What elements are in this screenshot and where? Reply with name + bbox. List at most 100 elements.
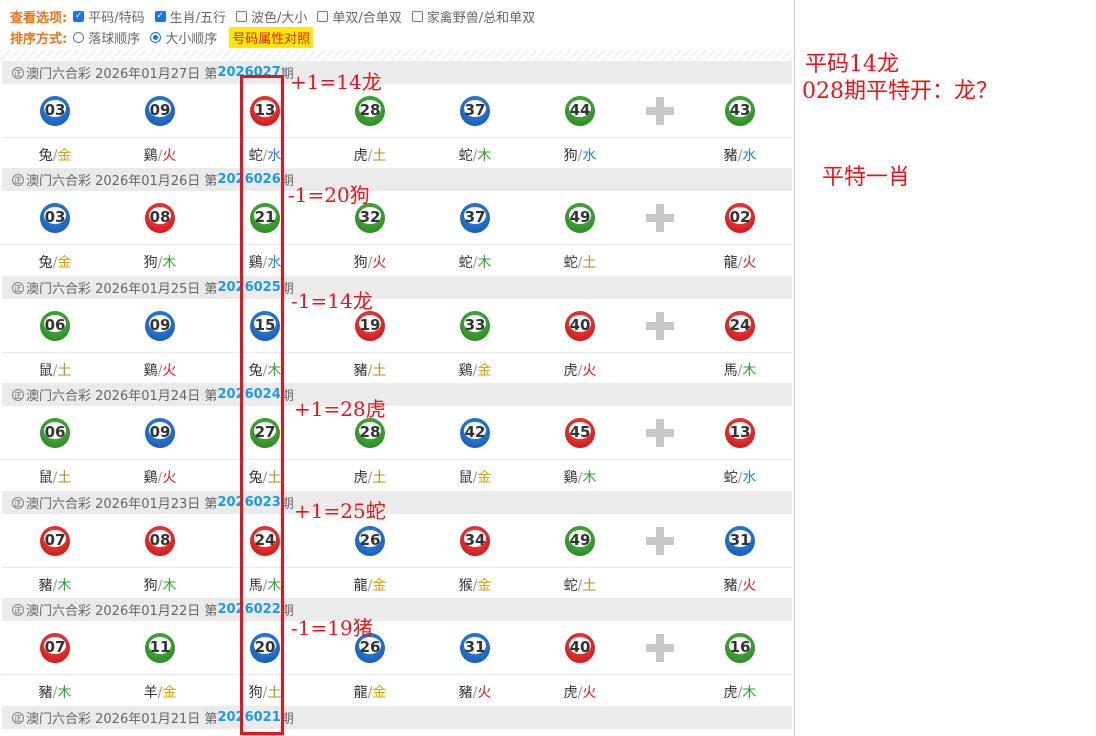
zodiac: 鼠: [38, 470, 53, 486]
checkbox-1[interactable]: ✓: [154, 10, 166, 22]
ball-number: 20: [254, 638, 276, 656]
number-ball: 37: [460, 203, 490, 233]
plus-icon: [646, 312, 674, 340]
number-ball: 02: [725, 203, 755, 233]
view-option-3[interactable]: 单双/合单双: [317, 7, 402, 26]
number-ball: 08: [145, 526, 175, 556]
element: 水: [267, 255, 282, 271]
ball-number: 31: [464, 638, 486, 656]
draw-issue-number: 2026024: [217, 387, 281, 402]
checkbox-4[interactable]: [411, 10, 423, 22]
zodiac: 虎: [353, 470, 368, 486]
zodiac-element-label: 龍/火: [710, 252, 770, 272]
draw-header: 正澳门六合彩 2026年01月21日 第 2026021 期: [2, 706, 792, 729]
ball-number: 09: [149, 101, 171, 119]
zodiac: 鷄: [143, 148, 158, 164]
number-ball: 24: [250, 526, 280, 556]
view-option-0[interactable]: ✓ 平码/特码: [73, 7, 145, 26]
compare-attributes-button[interactable]: 号码属性对照: [229, 26, 314, 48]
zodiac: 蛇: [723, 470, 738, 486]
row-divider: [2, 352, 792, 353]
zodiac: 蛇: [248, 148, 263, 164]
zodiac: 猴: [458, 578, 473, 594]
draw-issue-suffix: 期: [280, 712, 294, 727]
checkbox-0[interactable]: ✓: [73, 10, 85, 22]
element: 木: [267, 363, 282, 379]
number-ball: 15: [250, 311, 280, 341]
number-ball: 40: [565, 633, 595, 663]
zodiac-element-label: 猴/金: [445, 575, 505, 595]
plus-icon: [646, 204, 674, 232]
number-ball: 26: [355, 526, 385, 556]
element: 金: [477, 363, 492, 379]
element: 木: [162, 578, 177, 594]
ball-number: 03: [44, 208, 66, 226]
plus-icon: [646, 419, 674, 447]
number-ball: 31: [725, 526, 755, 556]
sort-option-label: 大小顺序: [165, 31, 218, 47]
row-divider: [2, 567, 792, 568]
draw-header: 正澳门六合彩 2026年01月24日 第 2026024 期: [2, 383, 792, 406]
zodiac: 蛇: [563, 578, 578, 594]
view-option-label: 波色/大小: [250, 10, 308, 26]
view-options-row: 查看选项: ✓ 平码/特码 ✓ 生肖/五行 波色/大小 单双/合单双 家禽野兽/总和单双: [10, 6, 545, 26]
ball-number: 21: [254, 208, 276, 226]
number-ball: 33: [460, 311, 490, 341]
zodiac-element-label: 虎/火: [550, 360, 610, 380]
ball-number: 02: [729, 208, 751, 226]
view-option-4[interactable]: 家禽野兽/总和单双: [411, 7, 535, 26]
sort-options-label: 排序方式:: [10, 31, 68, 47]
ball-number: 07: [44, 531, 66, 549]
checkbox-2[interactable]: [235, 10, 247, 22]
zodiac-element-label: 狗/土: [235, 682, 295, 702]
ball-number: 07: [44, 638, 66, 656]
draw-mark: 正: [12, 711, 24, 724]
view-option-2[interactable]: 波色/大小: [235, 7, 308, 26]
checkbox-3[interactable]: [317, 10, 329, 22]
ball-number: 08: [149, 531, 171, 549]
element: 木: [582, 470, 597, 486]
zodiac: 馬: [723, 363, 738, 379]
zodiac-element-label: 鼠/土: [25, 467, 85, 487]
zodiac-element-label: 豬/火: [445, 682, 505, 702]
row-annotation: +1=14龙: [290, 70, 382, 94]
ball-number: 03: [44, 101, 66, 119]
row-annotation: +1=25蛇: [294, 499, 386, 523]
draw-date: 澳门六合彩 2026年01月21日 第: [26, 712, 218, 727]
plus-icon: [646, 634, 674, 662]
zodiac-element-label: 豬/水: [710, 145, 770, 165]
ball-number: 28: [359, 101, 381, 119]
ball-number: 31: [729, 531, 751, 549]
number-ball: 49: [565, 203, 595, 233]
number-ball: 09: [145, 311, 175, 341]
zodiac-element-label: 豬/木: [25, 575, 85, 595]
zodiac: 狗: [353, 255, 368, 271]
number-ball: 43: [725, 96, 755, 126]
element: 木: [57, 685, 72, 701]
zodiac-element-label: 羊/金: [130, 682, 190, 702]
zodiac-element-label: 鷄/火: [130, 145, 190, 165]
number-ball: 06: [40, 418, 70, 448]
sort-option-1[interactable]: 大小顺序: [150, 28, 217, 47]
zodiac: 鷄: [143, 470, 158, 486]
element: 木: [477, 255, 492, 271]
zodiac-element-label: 蛇/水: [235, 145, 295, 165]
number-ball: 21: [250, 203, 280, 233]
zodiac-element-label: 馬/木: [235, 575, 295, 595]
zodiac-element-label: 兔/金: [25, 252, 85, 272]
sort-option-0[interactable]: 落球顺序: [73, 28, 140, 47]
zodiac: 蛇: [458, 148, 473, 164]
view-option-1[interactable]: ✓ 生肖/五行: [154, 7, 226, 26]
ball-number: 06: [44, 423, 66, 441]
ball-number: 06: [44, 316, 66, 334]
radio-1[interactable]: [150, 31, 162, 43]
number-ball: 42: [460, 418, 490, 448]
zodiac: 虎: [563, 685, 578, 701]
zodiac: 豬: [723, 148, 738, 164]
view-option-label: 单双/合单双: [332, 10, 402, 26]
row-divider: [2, 674, 792, 675]
zodiac-element-label: 鷄/木: [550, 467, 610, 487]
radio-0[interactable]: [73, 31, 85, 43]
right-note-line3: 平特一肖: [822, 165, 911, 190]
element: 土: [372, 148, 387, 164]
